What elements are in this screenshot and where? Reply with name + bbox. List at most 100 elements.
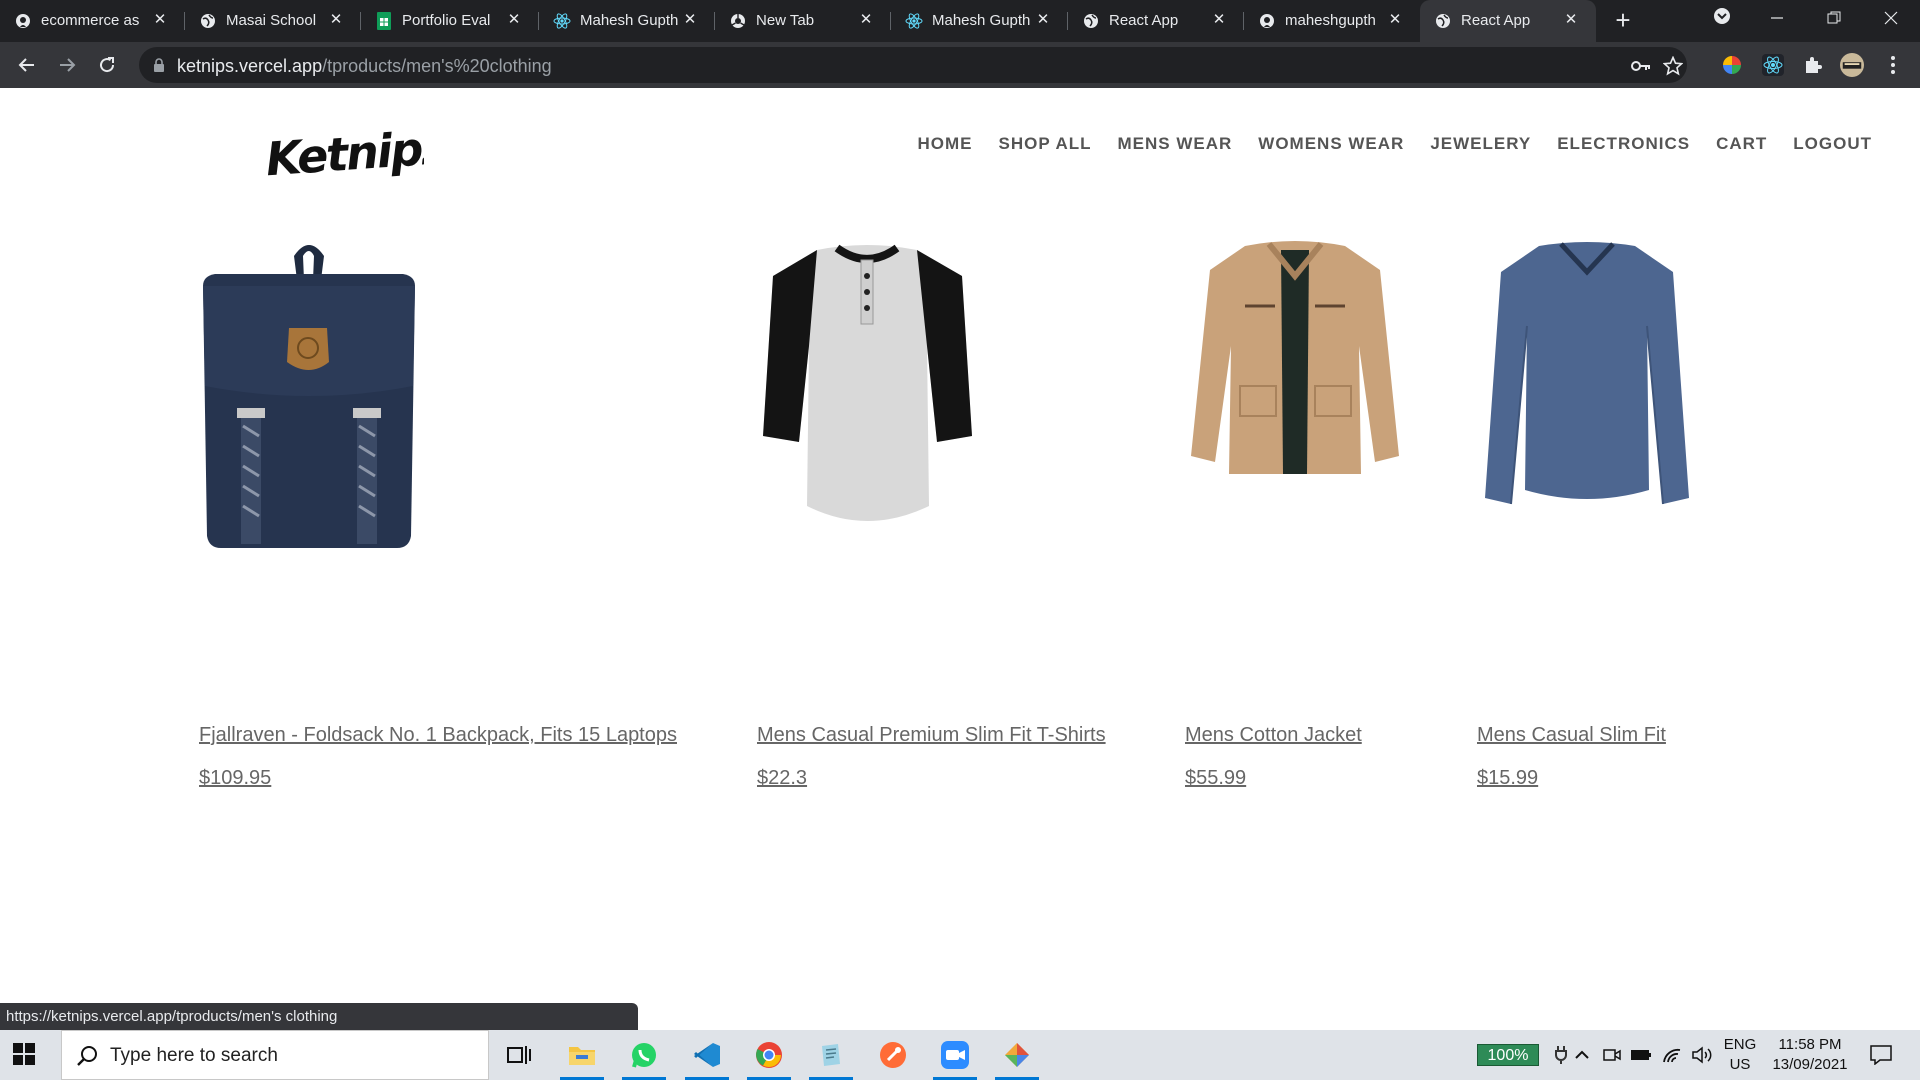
product-name[interactable]: Mens Cotton Jacket xyxy=(1185,724,1362,747)
new-tab-button[interactable]: + xyxy=(1610,7,1636,34)
browser-tab[interactable]: Mahesh Gupth ✕ xyxy=(539,0,715,42)
input-language[interactable]: ENG US xyxy=(1720,1035,1760,1075)
back-button[interactable] xyxy=(12,50,42,80)
product-price[interactable]: $15.99 xyxy=(1477,767,1538,790)
product-image[interactable] xyxy=(1477,236,1777,556)
close-icon xyxy=(1884,11,1898,25)
show-hidden-icons-button[interactable] xyxy=(1566,1039,1598,1071)
wifi-icon xyxy=(1663,1048,1681,1063)
close-tab-icon[interactable]: ✕ xyxy=(1210,11,1228,29)
browser-tab[interactable]: New Tab ✕ xyxy=(715,0,891,42)
meet-now-button[interactable] xyxy=(1596,1039,1628,1071)
close-tab-icon[interactable]: ✕ xyxy=(505,11,523,29)
product-name[interactable]: Fjallraven - Foldsack No. 1 Backpack, Fi… xyxy=(199,724,677,747)
whatsapp-button[interactable] xyxy=(628,1039,660,1071)
browser-tab[interactable]: Mahesh Gupth ✕ xyxy=(891,0,1068,42)
profile-avatar-button[interactable] xyxy=(1840,53,1864,77)
tshirt-image xyxy=(763,244,972,521)
nav-link-womens-wear[interactable]: WOMENS WEAR xyxy=(1258,134,1404,154)
react-devtools-button[interactable] xyxy=(1761,53,1785,77)
product-price[interactable]: $55.99 xyxy=(1185,767,1246,790)
product-name[interactable]: Mens Casual Slim Fit xyxy=(1477,724,1666,747)
volume-button[interactable] xyxy=(1686,1039,1718,1071)
product-card[interactable]: Mens Casual Premium Slim Fit T-Shirts $2… xyxy=(757,236,1106,789)
chrome-button[interactable] xyxy=(753,1039,785,1071)
browser-tab[interactable]: Masai School ✕ xyxy=(185,0,361,42)
minimize-button[interactable] xyxy=(1757,6,1797,36)
browser-tab[interactable]: maheshgupth ✕ xyxy=(1244,0,1420,42)
wifi-button[interactable] xyxy=(1656,1039,1688,1071)
chevron-up-icon xyxy=(1575,1050,1589,1059)
product-card[interactable]: Fjallraven - Foldsack No. 1 Backpack, Fi… xyxy=(199,236,677,789)
tab-search-button[interactable] xyxy=(1702,6,1742,36)
close-tab-icon[interactable]: ✕ xyxy=(1562,11,1580,29)
extensions-button[interactable] xyxy=(1801,53,1825,77)
nav-link-shop-all[interactable]: SHOP ALL xyxy=(998,134,1091,154)
browser-toolbar: ketnips.vercel.app/tproducts/men's%20clo… xyxy=(0,42,1920,88)
product-name[interactable]: Mens Casual Premium Slim Fit T-Shirts xyxy=(757,724,1106,747)
close-tab-icon[interactable]: ✕ xyxy=(681,11,699,29)
reload-button[interactable] xyxy=(92,50,122,80)
nav-link-logout[interactable]: LOGOUT xyxy=(1793,134,1872,154)
product-price[interactable]: $109.95 xyxy=(199,767,271,790)
notepad-button[interactable] xyxy=(815,1039,847,1071)
restore-button[interactable] xyxy=(1814,6,1854,36)
restore-icon xyxy=(1827,11,1841,24)
chrome-icon xyxy=(756,1042,782,1068)
diamond-app-icon xyxy=(1005,1043,1029,1067)
reload-icon xyxy=(100,57,115,73)
snip-tool-button[interactable] xyxy=(1001,1039,1033,1071)
search-icon xyxy=(77,1046,97,1066)
zoom-button[interactable] xyxy=(939,1039,971,1071)
site-logo[interactable]: Ketnipz xyxy=(264,118,450,188)
file-explorer-button[interactable] xyxy=(566,1039,598,1071)
password-key-button[interactable] xyxy=(1630,55,1652,77)
taskbar-clock[interactable]: 11:58 PM 13/09/2021 xyxy=(1760,1035,1860,1075)
taskbar-search-box[interactable]: Type here to search xyxy=(61,1030,489,1080)
notifications-button[interactable] xyxy=(1865,1039,1897,1071)
lock-icon[interactable] xyxy=(153,58,165,72)
close-tab-icon[interactable]: ✕ xyxy=(1386,11,1404,29)
star-icon xyxy=(1663,56,1683,76)
battery-button[interactable] xyxy=(1625,1039,1657,1071)
browser-tab[interactable]: ecommerce as ✕ xyxy=(0,0,185,42)
product-price[interactable]: $22.3 xyxy=(757,767,807,790)
nav-link-mens-wear[interactable]: MENS WEAR xyxy=(1118,134,1233,154)
url-text[interactable]: ketnips.vercel.app/tproducts/men's%20clo… xyxy=(177,56,552,77)
nav-link-cart[interactable]: CART xyxy=(1716,134,1767,154)
address-bar[interactable]: ketnips.vercel.app/tproducts/men's%20clo… xyxy=(139,47,1687,83)
windows-logo-icon xyxy=(13,1043,35,1065)
task-view-button[interactable] xyxy=(503,1039,535,1071)
product-image[interactable] xyxy=(199,236,499,556)
forward-button[interactable] xyxy=(52,50,82,80)
close-tab-icon[interactable]: ✕ xyxy=(151,11,169,29)
windows-taskbar: Type here to search 100% ENG US 11:58 PM… xyxy=(0,1030,1920,1080)
sheets-icon xyxy=(375,12,393,30)
close-tab-icon[interactable]: ✕ xyxy=(327,11,345,29)
battery-percentage[interactable]: 100% xyxy=(1477,1044,1539,1066)
product-image[interactable] xyxy=(757,236,1057,556)
product-card[interactable]: Mens Casual Slim Fit $15.99 xyxy=(1477,236,1777,789)
close-tab-icon[interactable]: ✕ xyxy=(1034,11,1052,29)
bookmark-star-button[interactable] xyxy=(1662,55,1684,77)
close-window-button[interactable] xyxy=(1871,6,1911,36)
postman-icon xyxy=(880,1042,906,1068)
nav-link-jewelery[interactable]: JEWELERY xyxy=(1430,134,1531,154)
chrome-menu-button[interactable] xyxy=(1881,53,1905,77)
language-code: ENG xyxy=(1723,1036,1757,1053)
browser-tab[interactable]: React App ✕ xyxy=(1068,0,1244,42)
product-card[interactable]: Mens Cotton Jacket $55.99 xyxy=(1185,236,1485,789)
nav-link-home[interactable]: HOME xyxy=(917,134,972,154)
product-image[interactable] xyxy=(1185,236,1485,556)
tab-title: Mahesh Gupth xyxy=(932,12,1031,29)
close-tab-icon[interactable]: ✕ xyxy=(857,11,875,29)
postman-button[interactable] xyxy=(877,1039,909,1071)
browser-tab[interactable]: Portfolio Eval ✕ xyxy=(361,0,539,42)
start-button[interactable] xyxy=(12,1042,38,1068)
url-host: ketnips.vercel.app xyxy=(177,56,323,76)
vscode-button[interactable] xyxy=(691,1039,723,1071)
nav-link-electronics[interactable]: ELECTRONICS xyxy=(1557,134,1690,154)
browser-tab-active[interactable]: React App ✕ xyxy=(1420,0,1596,42)
color-extension-button[interactable] xyxy=(1720,53,1744,77)
puzzle-icon xyxy=(1806,57,1822,73)
